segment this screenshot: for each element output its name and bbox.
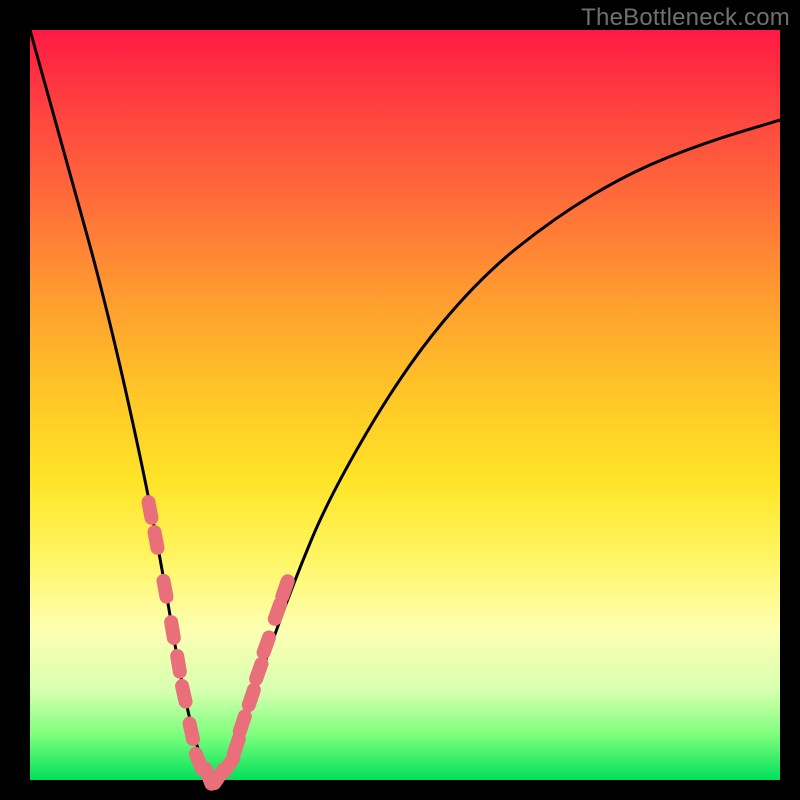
curve-marker bbox=[240, 681, 263, 714]
curve-marker bbox=[140, 494, 159, 526]
curve-marker bbox=[174, 678, 194, 710]
curve-marker bbox=[146, 524, 165, 556]
curve-marker bbox=[231, 707, 254, 740]
bottleneck-curve-path bbox=[30, 30, 780, 780]
curve-marker bbox=[155, 573, 174, 605]
marker-group bbox=[140, 494, 296, 793]
chart-area bbox=[30, 30, 780, 780]
curve-marker bbox=[169, 648, 188, 680]
curve-marker bbox=[255, 629, 278, 662]
curve-marker bbox=[181, 715, 201, 747]
curve-marker bbox=[247, 655, 270, 688]
curve-marker bbox=[163, 614, 182, 646]
bottleneck-chart-svg bbox=[30, 30, 780, 780]
watermark-text: TheBottleneck.com bbox=[581, 4, 790, 32]
